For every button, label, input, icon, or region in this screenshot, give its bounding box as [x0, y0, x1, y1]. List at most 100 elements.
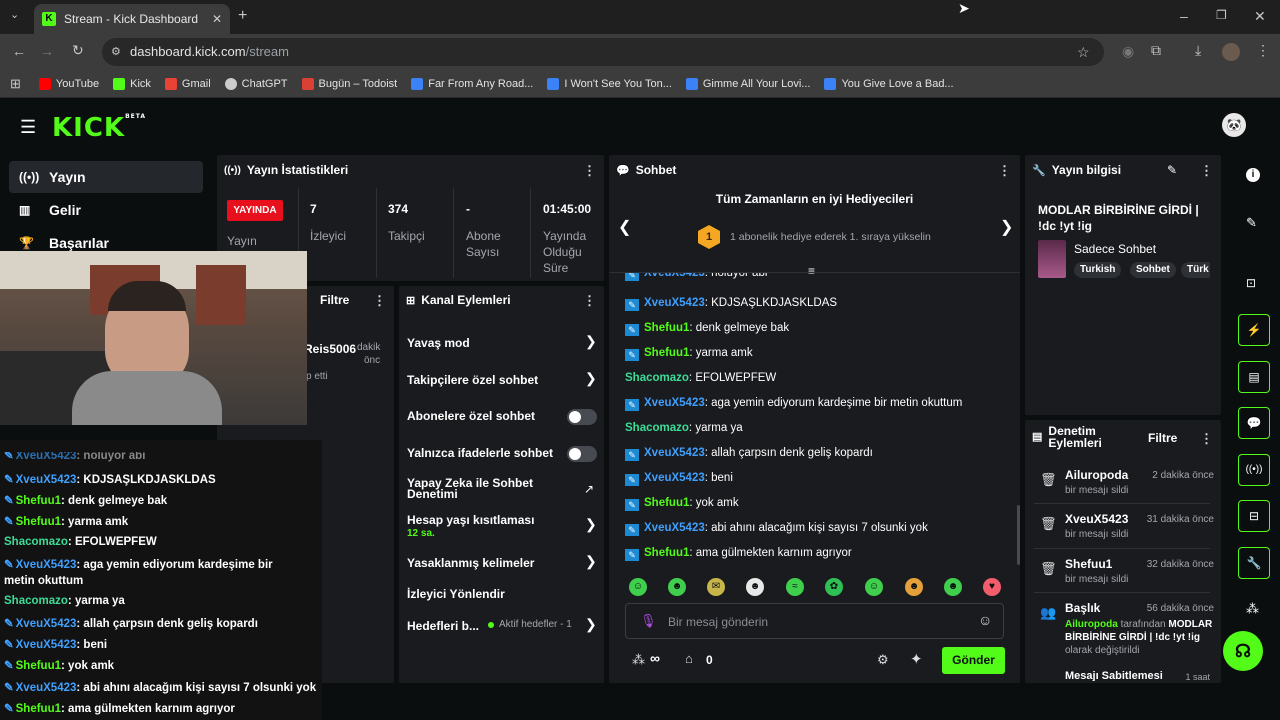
emotes-only-toggle[interactable] — [567, 446, 597, 462]
hamburger-menu-icon[interactable]: ☰ — [20, 117, 36, 138]
tab-search-icon[interactable]: ⌄ — [10, 8, 19, 21]
moderation-filter-button[interactable]: Filtre — [1148, 431, 1177, 445]
window-close-icon[interactable]: ✕ — [1254, 8, 1266, 25]
rail-notes-button[interactable]: ▤ — [1238, 361, 1270, 393]
activity-filter-button[interactable]: Filtre — [320, 293, 349, 307]
extensions-puzzle-icon[interactable]: ⧉ — [1151, 42, 1161, 59]
edit-pencil-icon[interactable]: ✎ — [1167, 163, 1177, 177]
emote-icon[interactable]: ♥ — [983, 578, 1001, 596]
microphone-icon[interactable]: 🎙 — [640, 613, 657, 629]
chevron-right-icon[interactable]: ❯ — [585, 370, 597, 387]
chat-username[interactable]: Shefuu1 — [644, 322, 689, 334]
external-link-icon[interactable]: ↗ — [584, 482, 594, 496]
followers-only-row[interactable]: Takipçilere özel sohbet — [407, 373, 597, 387]
redirect-viewers-row[interactable]: İzleyici Yönlendir — [407, 587, 597, 601]
bookmark-kick[interactable]: Kick — [113, 77, 151, 90]
chat-username[interactable]: Shacomazo — [625, 422, 689, 434]
chat-username[interactable]: Shefuu1 — [644, 347, 689, 359]
site-info-icon[interactable]: ⚙ — [111, 38, 121, 66]
emote-icon[interactable]: ≈ — [786, 578, 804, 596]
edit-icon[interactable]: ✎ — [1246, 215, 1257, 231]
account-age-row[interactable]: Hesap yaşı kısıtlaması — [407, 513, 597, 527]
bookmark-song-3[interactable]: Gimme All Your Lovi... — [685, 77, 810, 90]
bookmark-song-2[interactable]: I Won't See You Ton... — [547, 77, 672, 90]
browser-tab[interactable]: K Stream - Kick Dashboard ✕ — [34, 4, 230, 34]
back-icon[interactable]: ← — [12, 43, 26, 59]
reload-icon[interactable]: ↻ — [72, 42, 84, 59]
chat-input[interactable]: 🎙 Bir mesaj gönderin ☺ — [625, 603, 1004, 639]
emote-icon[interactable]: ☻ — [905, 578, 923, 596]
chevron-right-icon[interactable]: ❯ — [585, 553, 597, 570]
stream-info-more-icon[interactable]: ⋮ — [1200, 163, 1213, 179]
chat-username[interactable]: XveuX5423 — [644, 297, 705, 309]
close-tab-icon[interactable]: ✕ — [212, 12, 222, 26]
emote-icon[interactable]: ☻ — [944, 578, 962, 596]
bookmark-youtube[interactable]: YouTube — [38, 77, 99, 90]
emote-icon[interactable]: ☺ — [629, 578, 647, 596]
chat-username[interactable]: XveuX5423 — [644, 397, 705, 409]
emote-icon[interactable]: ✉ — [707, 578, 725, 596]
moderation-more-icon[interactable]: ⋮ — [1200, 431, 1213, 447]
bookmark-gmail[interactable]: Gmail — [164, 77, 211, 90]
forward-icon[interactable]: → — [40, 43, 54, 59]
gifters-prev-icon[interactable]: ❮ — [618, 217, 631, 237]
chat-username[interactable]: XveuX5423 — [644, 447, 705, 459]
nav-item-revenue[interactable]: ▥ Gelir — [9, 194, 203, 226]
maximize-icon[interactable]: ❐ — [1216, 8, 1227, 22]
gifters-next-icon[interactable]: ❯ — [1000, 217, 1013, 237]
tag-sohbet[interactable]: Sohbet — [1130, 262, 1176, 278]
banned-words-row[interactable]: Yasaklanmış kelimeler — [407, 556, 597, 570]
emote-icon[interactable]: ☻ — [668, 578, 686, 596]
extension-icon[interactable]: ◉ — [1122, 43, 1134, 60]
browser-menu-icon[interactable]: ⋮ — [1256, 42, 1270, 59]
rail-flash-button[interactable]: ⚡ — [1238, 314, 1270, 346]
tag-turkish[interactable]: Turkish — [1074, 262, 1122, 278]
kick-logo[interactable]: KICKBETA — [52, 113, 146, 143]
points-icon[interactable]: ⁂ — [1246, 601, 1259, 617]
rail-chat-button[interactable]: 💬 — [1238, 407, 1270, 439]
channel-actions-more-icon[interactable]: ⋮ — [583, 293, 596, 309]
rail-layout-button[interactable]: ⊟ — [1238, 500, 1270, 532]
chevron-right-icon[interactable]: ❯ — [585, 333, 597, 350]
address-bar[interactable]: ⚙ dashboard.kick.com/stream ☆ — [102, 38, 1104, 66]
bookmark-chatgpt[interactable]: ChatGPT — [224, 77, 288, 90]
chat-username[interactable]: XveuX5423 — [644, 472, 705, 484]
bookmark-star-icon[interactable]: ☆ — [1077, 38, 1090, 66]
emoji-picker-icon[interactable]: ☺ — [978, 612, 992, 628]
chat-more-icon[interactable]: ⋮ — [998, 163, 1011, 179]
subs-only-toggle[interactable] — [567, 409, 597, 425]
user-avatar[interactable]: 🐼 — [1222, 113, 1246, 137]
minimize-icon[interactable]: – — [1180, 8, 1188, 24]
goals-row[interactable]: Hedefleri b... — [407, 619, 487, 633]
chat-username[interactable]: XveuX5423 — [644, 522, 705, 534]
nav-item-stream[interactable]: ((•)) Yayın — [9, 161, 203, 193]
support-headset-button[interactable]: ☊ — [1223, 631, 1263, 671]
chat-extras-icon[interactable]: ✦ — [910, 650, 923, 668]
bookmark-song-1[interactable]: Far From Any Road... — [411, 77, 533, 90]
chat-username[interactable]: Shefuu1 — [644, 497, 689, 509]
new-tab-icon[interactable]: + — [238, 7, 247, 25]
emote-icon[interactable]: ✿ — [825, 578, 843, 596]
rail-broadcast-button[interactable]: ((•)) — [1238, 454, 1270, 486]
chat-settings-icon[interactable]: ⚙ — [877, 652, 889, 668]
chat-username[interactable]: Shacomazo — [625, 372, 689, 384]
rail-tools-button[interactable]: 🔧 — [1238, 547, 1270, 579]
capture-icon[interactable]: ⊡ — [1246, 276, 1256, 290]
profile-avatar[interactable] — [1222, 43, 1240, 61]
info-icon[interactable]: i — [1246, 168, 1260, 182]
ai-moderation-row[interactable]: Yapay Zeka ile Sohbet Denetimi — [407, 477, 557, 500]
chevron-right-icon[interactable]: ❯ — [585, 616, 597, 633]
gift-icon[interactable]: ⌂ — [685, 651, 693, 666]
send-button[interactable]: Gönder — [942, 647, 1005, 674]
emote-icon[interactable]: ☻ — [746, 578, 764, 596]
download-icon[interactable]: ⤓ — [1195, 42, 1201, 59]
bookmark-song-4[interactable]: You Give Love a Bad... — [824, 77, 954, 90]
points-icon[interactable]: ⁂ — [632, 652, 645, 668]
apps-grid-icon[interactable]: ⊞ — [10, 76, 21, 92]
chat-scrollbar[interactable] — [1017, 505, 1020, 565]
slow-mode-row[interactable]: Yavaş mod — [407, 336, 597, 350]
activity-more-icon[interactable]: ⋮ — [373, 293, 386, 309]
chevron-right-icon[interactable]: ❯ — [585, 516, 597, 533]
emote-icon[interactable]: ☺ — [865, 578, 883, 596]
chat-username[interactable]: Shefuu1 — [644, 547, 689, 559]
